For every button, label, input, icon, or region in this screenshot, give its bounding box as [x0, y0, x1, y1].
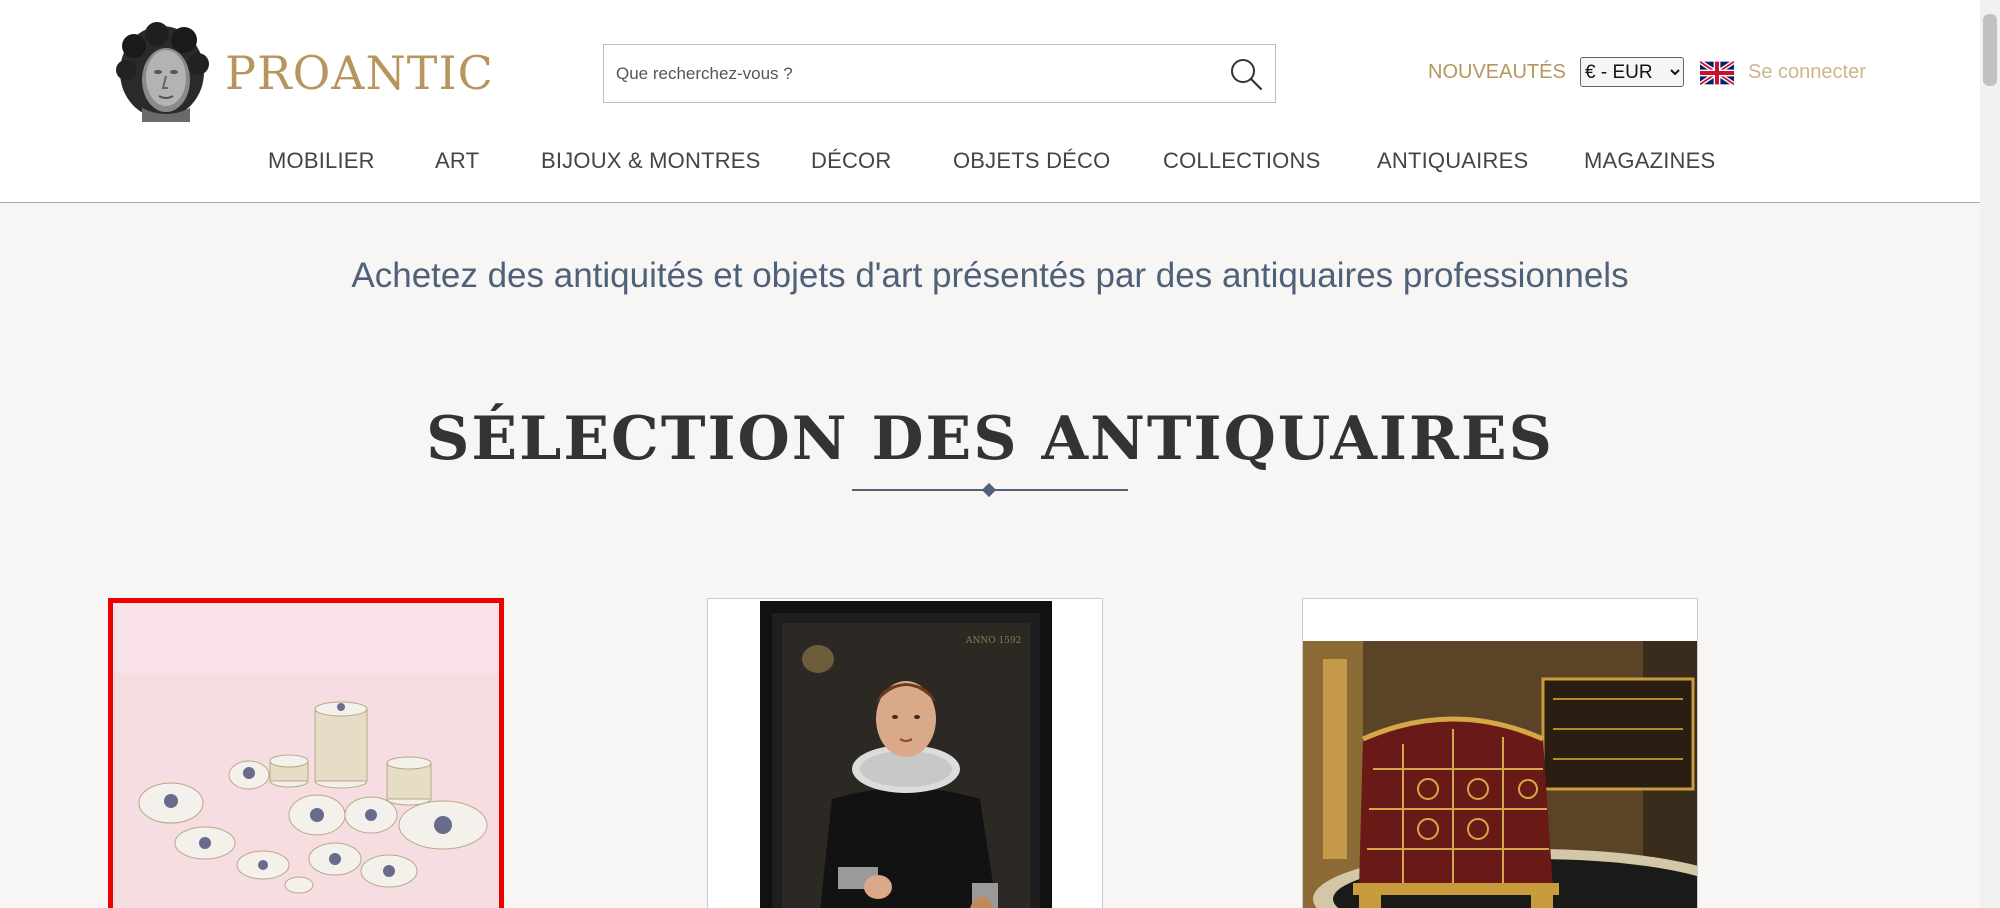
boulle-casket-image [1303, 599, 1697, 908]
login-link[interactable]: Se connecter [1748, 61, 1866, 84]
search-icon[interactable] [1227, 55, 1265, 93]
nav-item-art[interactable]: ART [435, 148, 479, 174]
page-scrollbar[interactable] [1980, 0, 2000, 908]
search-input[interactable] [604, 45, 1204, 102]
svg-text:ANNO 1592: ANNO 1592 [965, 636, 1021, 646]
nav-item-magazines[interactable]: MAGAZINES [1584, 148, 1715, 174]
currency-select[interactable]: € - EUR [1580, 57, 1684, 87]
nav-item-collections[interactable]: COLLECTIONS [1163, 148, 1320, 174]
nav-item-antiquaires[interactable]: ANTIQUAIRES [1377, 148, 1528, 174]
porcelain-service-image [113, 603, 499, 908]
main-nav: MOBILIER ART BIJOUX & MONTRES DÉCOR OBJE… [0, 148, 1980, 178]
search-box [603, 44, 1276, 103]
product-card-porcelain[interactable] [108, 598, 504, 908]
uk-flag-icon[interactable] [1700, 61, 1734, 85]
divider-diamond-icon [981, 482, 997, 498]
logo-icon[interactable] [112, 20, 212, 122]
nav-item-objets-deco[interactable]: OBJETS DÉCO [953, 148, 1110, 174]
nouveautes-link[interactable]: NOUVEAUTÉS [1428, 61, 1566, 84]
nav-item-decor[interactable]: DÉCOR [811, 148, 891, 174]
scrollbar-thumb[interactable] [1983, 14, 1997, 86]
product-card-portrait[interactable]: ANNO 1592 [707, 598, 1103, 908]
portrait-painting-image: ANNO 1592 [708, 599, 1102, 908]
nav-item-mobilier[interactable]: MOBILIER [268, 148, 375, 174]
site-header: PROANTIC NOUVEAUTÉS € - EUR Se connecter… [0, 0, 1980, 203]
nav-item-bijoux-montres[interactable]: BIJOUX & MONTRES [541, 148, 761, 174]
section-title: SÉLECTION DES ANTIQUAIRES [426, 404, 1554, 474]
brand-name[interactable]: PROANTIC [225, 46, 494, 100]
page-tagline: Achetez des antiquités et objets d'art p… [351, 256, 1629, 295]
product-card-boulle-casket[interactable] [1302, 598, 1698, 908]
